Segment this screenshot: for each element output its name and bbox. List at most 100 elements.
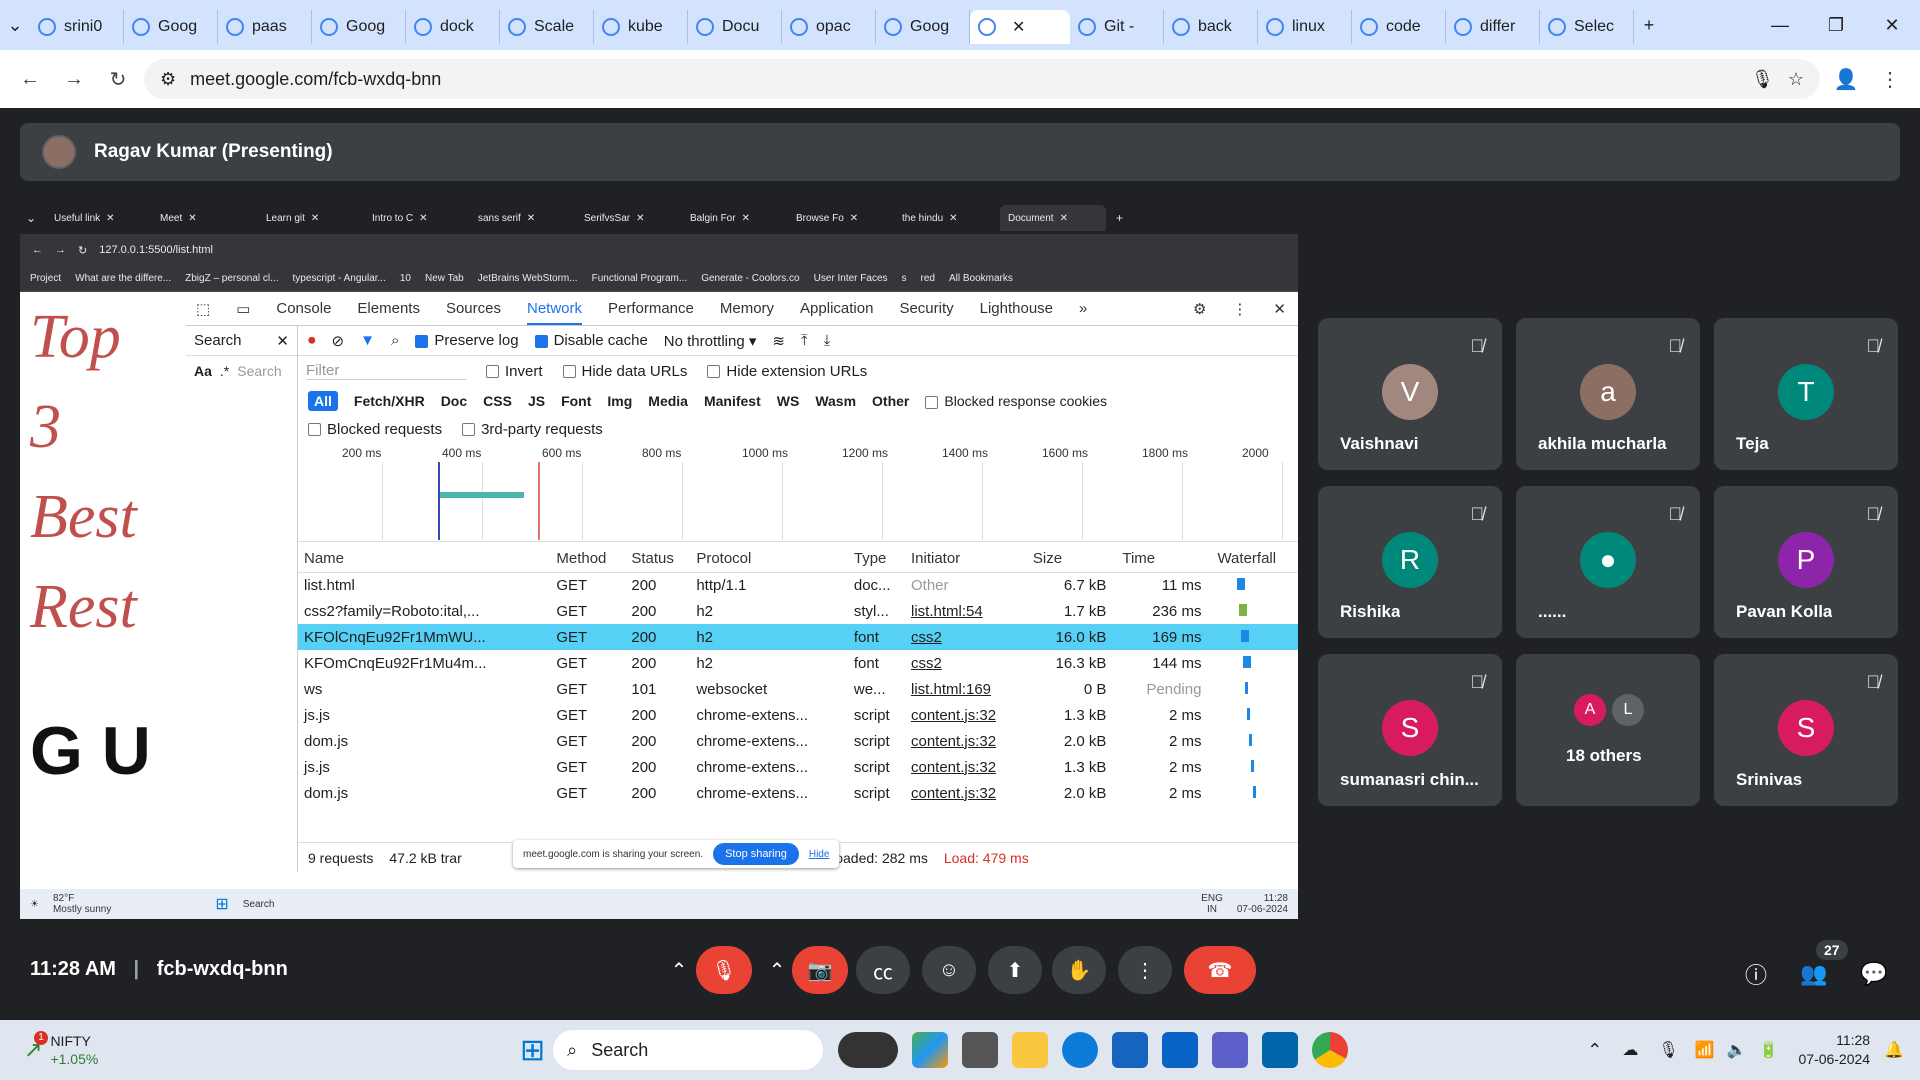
inspect-element-icon[interactable]: ⬚: [196, 300, 210, 318]
devtools-tab[interactable]: Application: [800, 300, 873, 317]
store-icon[interactable]: [1112, 1032, 1149, 1068]
bookmark-star-icon[interactable]: ☆: [1788, 69, 1804, 90]
resource-type-filter[interactable]: CSS: [483, 393, 512, 409]
devtools-tab[interactable]: Security: [899, 300, 953, 317]
raise-hand-button[interactable]: ✋: [1052, 946, 1106, 994]
browser-tab[interactable]: Goog: [124, 10, 218, 44]
table-row[interactable]: list.html GET 200 http/1.1 doc... Other 6.7 kB…: [298, 572, 1298, 598]
devtools-tab[interactable]: Console: [276, 300, 331, 317]
copilot-icon[interactable]: [912, 1032, 949, 1068]
table-row[interactable]: KFOlCnqEu92Fr1MmWU... GET 200 h2 font css2 16.…: [298, 624, 1298, 650]
column-header[interactable]: Name: [298, 546, 551, 573]
table-row[interactable]: css2?family=Roboto:ital,... GET 200 h2 styl.…: [298, 598, 1298, 624]
resource-type-filter[interactable]: JS: [528, 393, 545, 409]
participant-tile[interactable]: 🎙̸ T Teja: [1714, 318, 1898, 470]
browser-tab[interactable]: Goog: [876, 10, 970, 44]
device-toolbar-icon[interactable]: ▭: [236, 300, 250, 318]
notification-bell-icon[interactable]: 🔔: [1884, 1040, 1904, 1060]
chrome-menu-icon[interactable]: ⋮: [1872, 61, 1908, 97]
resource-type-filter[interactable]: All: [308, 391, 338, 411]
present-button[interactable]: ⬆: [988, 946, 1042, 994]
audio-options-chevron-icon[interactable]: ⌃: [664, 946, 694, 994]
site-info-icon[interactable]: ⚙: [160, 69, 176, 90]
participant-tile[interactable]: 🎙̸ V Vaishnavi: [1318, 318, 1502, 470]
voice-search-icon[interactable]: 🎙: [1751, 69, 1774, 90]
edge-icon[interactable]: [1062, 1032, 1099, 1068]
devtools-tab[interactable]: Elements: [357, 300, 420, 317]
column-header[interactable]: Waterfall: [1211, 546, 1298, 573]
regex-toggle-icon[interactable]: .*: [220, 363, 229, 379]
column-header[interactable]: Method: [550, 546, 626, 573]
stop-sharing-button[interactable]: Stop sharing: [713, 843, 799, 865]
reactions-button[interactable]: ☺: [922, 946, 976, 994]
resource-type-filter[interactable]: Img: [607, 393, 632, 409]
resource-type-filter[interactable]: Media: [648, 393, 688, 409]
captions-button[interactable]: ㏄: [856, 946, 910, 994]
hide-banner-link[interactable]: Hide: [809, 849, 830, 860]
resource-type-filter[interactable]: Wasm: [815, 393, 856, 409]
volume-icon[interactable]: 🔈: [1727, 1040, 1747, 1060]
task-view-icon[interactable]: [962, 1032, 999, 1068]
reload-button[interactable]: ↻: [100, 61, 136, 97]
invert-checkbox[interactable]: Invert: [486, 363, 543, 380]
minimize-button[interactable]: —: [1752, 0, 1808, 50]
resource-type-filter[interactable]: Other: [872, 393, 909, 409]
column-header[interactable]: Status: [625, 546, 691, 573]
devtools-menu-icon[interactable]: ⋮: [1232, 300, 1247, 318]
hidden-icons-chevron-icon[interactable]: ⌃: [1587, 1040, 1602, 1061]
camera-off-button[interactable]: 📷: [792, 946, 848, 994]
devtools-tab[interactable]: Lighthouse: [980, 300, 1053, 317]
search-highlight-icon[interactable]: [838, 1032, 899, 1068]
browser-tab[interactable]: Selec: [1540, 10, 1634, 44]
resource-type-filter[interactable]: Font: [561, 393, 591, 409]
video-options-chevron-icon[interactable]: ⌃: [762, 946, 792, 994]
chrome-icon[interactable]: [1312, 1032, 1349, 1068]
teams-icon[interactable]: [1212, 1032, 1249, 1068]
devtools-tab[interactable]: Sources: [446, 300, 501, 317]
participant-tile[interactable]: 🎙̸ ●......: [1516, 486, 1700, 638]
resource-type-filter[interactable]: Doc: [441, 393, 467, 409]
browser-tab[interactable]: Scale: [500, 10, 594, 44]
resource-type-filter[interactable]: Manifest: [704, 393, 761, 409]
chat-icon[interactable]: 💬: [1856, 956, 1892, 992]
file-explorer-icon[interactable]: [1012, 1032, 1049, 1068]
restore-button[interactable]: ❐: [1808, 0, 1864, 50]
search-pane-input[interactable]: Search: [237, 363, 281, 379]
more-tabs-icon[interactable]: »: [1079, 300, 1087, 317]
resource-type-filter[interactable]: Fetch/XHR: [354, 393, 425, 409]
export-har-icon[interactable]: ⤓: [824, 332, 831, 349]
table-row[interactable]: ws GET 101 websocket we... list.html:169 0 B Pe…: [298, 676, 1298, 702]
devtools-close-icon[interactable]: ✕: [1273, 300, 1286, 318]
taskbar-clock[interactable]: 11:28 07-06-2024: [1798, 1031, 1870, 1069]
third-party-checkbox[interactable]: 3rd-party requests: [462, 421, 603, 438]
blocked-requests-checkbox[interactable]: Blocked requests: [308, 421, 442, 438]
column-header[interactable]: Time: [1116, 546, 1212, 573]
import-har-icon[interactable]: ⤒: [801, 332, 808, 349]
leave-call-button[interactable]: ☎: [1184, 946, 1256, 994]
back-button[interactable]: ←: [12, 61, 48, 97]
resource-type-filter[interactable]: WS: [777, 393, 800, 409]
people-icon[interactable]: 👥: [1796, 956, 1832, 992]
close-search-icon[interactable]: ✕: [276, 332, 289, 350]
devtools-tab[interactable]: Memory: [720, 300, 774, 317]
profile-icon[interactable]: 👤: [1828, 61, 1864, 97]
hide-data-urls-checkbox[interactable]: Hide data URLs: [562, 363, 687, 380]
devtools-tab[interactable]: Network: [526, 300, 582, 325]
onedrive-icon[interactable]: ☁: [1622, 1040, 1638, 1060]
browser-tab[interactable]: Docu: [688, 10, 782, 44]
browser-tab[interactable]: paas: [218, 10, 312, 44]
tab-close-icon[interactable]: ✕: [1012, 17, 1025, 37]
browser-tab[interactable]: back: [1164, 10, 1258, 44]
mic-off-button[interactable]: 🎙: [696, 946, 752, 994]
devtools-settings-icon[interactable]: ⚙: [1193, 300, 1206, 318]
search-icon[interactable]: ⌕: [391, 332, 399, 349]
stock-widget[interactable]: ↗ 1 NIFTY +1.05%: [0, 1031, 520, 1068]
mic-tray-icon[interactable]: 🎙: [1658, 1040, 1678, 1060]
forward-button[interactable]: →: [56, 61, 92, 97]
meeting-info-icon[interactable]: ⓘ: [1738, 956, 1774, 992]
outlook-icon[interactable]: [1162, 1032, 1199, 1068]
column-header[interactable]: Initiator: [904, 546, 1027, 573]
table-row[interactable]: dom.js GET 200 chrome-extens... script conten…: [298, 780, 1298, 806]
browser-tab[interactable]: dock: [406, 10, 500, 44]
record-icon[interactable]: ⏺: [308, 332, 316, 349]
